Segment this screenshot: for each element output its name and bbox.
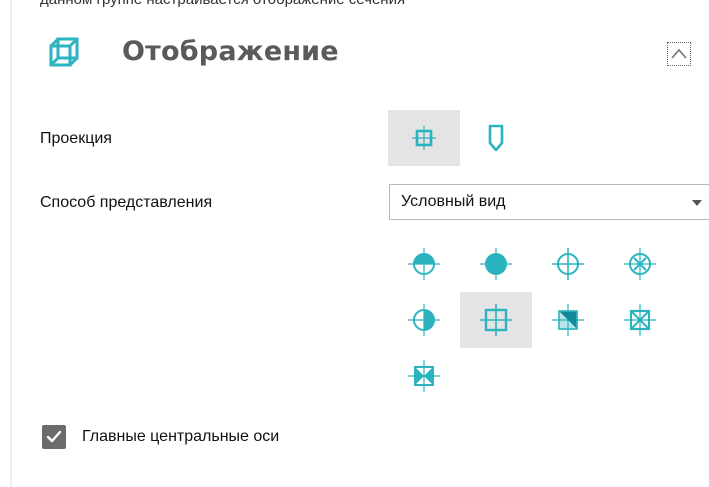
projection-label: Проекция	[40, 130, 112, 147]
mode-circle-cross-button[interactable]	[532, 236, 604, 292]
mode-square-cross-button[interactable]	[460, 292, 532, 348]
circle-cross-icon	[552, 248, 584, 280]
filled-circle-icon	[480, 248, 512, 280]
panel-left-border	[10, 0, 12, 487]
wireframe-cube-icon	[48, 36, 80, 68]
collapse-button[interactable]	[667, 42, 691, 66]
square-half-diagonal-icon	[552, 304, 584, 336]
representation-dropdown[interactable]: Условный вид	[389, 184, 709, 220]
representation-selected-value: Условный вид	[401, 193, 506, 210]
mode-circle-x-button[interactable]	[604, 236, 676, 292]
projection-side-icon	[488, 124, 504, 152]
mode-square-x-button[interactable]	[604, 292, 676, 348]
square-cross-icon	[480, 304, 512, 336]
dropdown-arrow-icon	[692, 200, 702, 206]
top-clipped-text: данном группе настраивается отображение …	[0, 0, 709, 16]
mode-half-right-button[interactable]	[388, 292, 460, 348]
square-x-icon	[624, 304, 656, 336]
square-bowtie-icon	[408, 360, 440, 392]
projection-front-icon	[412, 126, 436, 150]
representation-label: Способ представления	[40, 194, 213, 211]
projection-side-button[interactable]	[460, 110, 532, 166]
half-filled-circle-right-icon	[408, 304, 440, 336]
circle-x-icon	[624, 248, 656, 280]
checkmark-icon	[46, 430, 62, 443]
mode-square-bowtie-button[interactable]	[388, 348, 460, 404]
main-axes-label[interactable]: Главные центральные оси	[82, 428, 279, 446]
mode-filled-circle-button[interactable]	[460, 236, 532, 292]
top-clipped-text-content: данном группе настраивается отображение …	[40, 0, 405, 8]
projection-front-button[interactable]	[388, 110, 460, 166]
half-filled-circle-top-icon	[408, 248, 440, 280]
main-axes-checkbox[interactable]	[42, 425, 66, 449]
chevron-up-icon	[671, 48, 687, 59]
panel-title: Отображение	[122, 36, 339, 67]
mode-half-top-button[interactable]	[388, 236, 460, 292]
mode-square-half-button[interactable]	[532, 292, 604, 348]
